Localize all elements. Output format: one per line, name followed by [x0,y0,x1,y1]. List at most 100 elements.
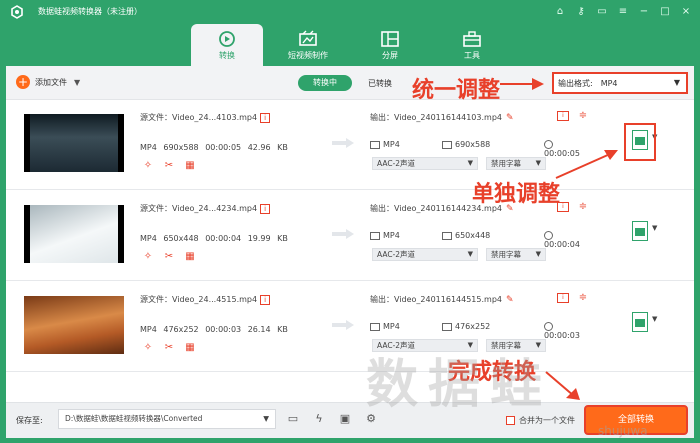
chevron-down-icon: ▼ [467,159,473,167]
source-duration: 00:00:03 [205,325,242,334]
clock-icon [544,322,553,331]
info-box-icon[interactable]: i [557,111,569,121]
source-resolution: 690x588 [163,143,199,152]
scissors-icon[interactable]: ✂ [163,342,175,354]
output-path-select[interactable]: D:\数据蛙\数据蛙视频转换器\Converted ▼ [58,409,276,429]
output-actions: i ≑ [557,111,589,121]
clock-icon [544,231,553,240]
gpu-icon[interactable]: ▣ [338,412,352,426]
output-resolution: 650x448 [455,231,491,240]
resolution-icon [442,140,452,149]
output-format-select[interactable]: 输出格式: MP4 ▼ [552,72,688,94]
pencil-icon[interactable]: ✎ [506,113,514,123]
app-title: 数据蛙视频转换器（未注册） [38,7,142,16]
enhance-icon[interactable]: ✧ [142,342,154,354]
file-row: 源文件：Video_24...4234.mp4 i MP4 650x448 00:… [6,191,694,281]
video-thumbnail[interactable] [24,114,124,172]
subtitle-select[interactable]: 禁用字幕 ▼ [486,157,546,170]
output-resolution: 690x588 [455,140,491,149]
film-icon [370,140,380,149]
source-size: 19.99 KB [247,234,288,243]
annotation-arrow-icon [500,78,544,90]
source-format: MP4 [140,143,157,152]
edit-icon[interactable]: ▦ [184,160,196,172]
info-icon[interactable]: i [260,112,271,123]
add-file-button[interactable]: + 添加文件 ▼ [16,75,80,89]
format-profile-icon[interactable] [632,312,648,332]
source-resolution: 650x448 [163,234,199,243]
tab-converted[interactable]: 已转换 [368,78,392,89]
compress-icon[interactable]: ≑ [577,293,589,303]
output-format: MP4 [383,231,400,240]
format-profile-icon[interactable] [632,221,648,241]
tab-split-screen[interactable]: 分屏 [354,24,426,66]
chevron-down-icon[interactable]: ▼ [652,224,657,232]
menu-icon[interactable]: ≡ [617,4,629,18]
merge-checkbox[interactable] [506,416,515,425]
source-format: MP4 [140,234,157,243]
arrow-right-icon [332,320,354,330]
bottom-bar: 保存至: D:\数据蛙\数据蛙视频转换器\Converted ▼ ▭ ϟ ▣ ⚙ … [6,402,694,438]
compress-icon[interactable]: ≑ [577,202,589,212]
compress-icon[interactable]: ≑ [577,111,589,121]
close-icon[interactable]: × [680,4,692,18]
chevron-down-icon: ▼ [535,159,541,167]
video-thumbnail[interactable] [24,205,124,263]
tab-convert[interactable]: 转换 [191,24,263,66]
tab-tools-label: 工具 [464,51,480,60]
tab-short-video-label: 短视频制作 [288,51,328,60]
source-file-name: 源文件：Video_24...4103.mp4 [140,113,258,122]
window-controls: ⌂ ⚷ ▭ ≡ − □ × [554,4,692,18]
tab-tools[interactable]: 工具 [436,24,508,66]
cart-icon[interactable]: ⌂ [554,4,566,18]
folder-icon[interactable]: ▭ [286,412,300,426]
pencil-icon[interactable]: ✎ [506,295,514,305]
info-icon[interactable]: i [260,203,271,214]
annotation-individual: 单独调整 [472,182,561,207]
title-bar: 数据蛙视频转换器（未注册） ⌂ ⚷ ▭ ≡ − □ × [0,0,700,24]
scissors-icon[interactable]: ✂ [163,251,175,263]
subtitle-value: 禁用字幕 [491,250,521,259]
chevron-down-icon[interactable]: ▼ [74,78,80,87]
source-meta: MP4 650x448 00:00:04 19.99 KB [140,234,288,243]
edit-icon[interactable]: ▦ [184,251,196,263]
maximize-icon[interactable]: □ [659,4,671,18]
message-icon[interactable]: ▭ [596,4,608,18]
edit-tools: ✧ ✂ ▦ [142,342,196,354]
chevron-down-icon: ▼ [673,78,680,87]
output-format: MP4 [383,322,400,331]
output-actions: i ≑ [557,202,589,212]
info-icon[interactable]: i [260,294,271,305]
edit-icon[interactable]: ▦ [184,342,196,354]
enhance-icon[interactable]: ✧ [142,251,154,263]
tab-convert-label: 转换 [219,51,235,60]
chevron-down-icon[interactable]: ▼ [652,315,657,323]
edit-tools: ✧ ✂ ▦ [142,160,196,172]
output-actions: i ≑ [557,293,589,303]
chevron-down-icon: ▼ [263,414,269,423]
film-icon [370,322,380,331]
individual-adjust-highlight [624,123,656,161]
source-meta: MP4 476x252 00:00:03 26.14 KB [140,325,288,334]
arrow-right-icon [332,138,354,148]
scissors-icon[interactable]: ✂ [163,160,175,172]
tab-short-video[interactable]: 短视频制作 [272,24,344,66]
info-box-icon[interactable]: i [557,293,569,303]
output-duration: 00:00:03 [544,331,580,340]
source-file: 源文件：Video_24...4515.mp4 i [140,294,271,305]
source-size: 42.96 KB [247,143,288,152]
output-format: MP4 [383,140,400,149]
subtitle-select[interactable]: 禁用字幕 ▼ [486,248,546,261]
minimize-icon[interactable]: − [638,4,650,18]
key-icon[interactable]: ⚷ [575,4,587,18]
source-format: MP4 [140,325,157,334]
output-resolution: 476x252 [455,322,491,331]
video-thumbnail[interactable] [24,296,124,354]
tab-converting[interactable]: 转换中 [298,75,352,91]
hardware-accel-icon[interactable]: ϟ [312,412,326,426]
audio-track-select[interactable]: AAC-2声道 ▼ [372,157,478,170]
enhance-icon[interactable]: ✧ [142,160,154,172]
source-size: 26.14 KB [247,325,288,334]
audio-track-select[interactable]: AAC-2声道 ▼ [372,248,478,261]
watermark-small: shujuwa [598,424,648,438]
